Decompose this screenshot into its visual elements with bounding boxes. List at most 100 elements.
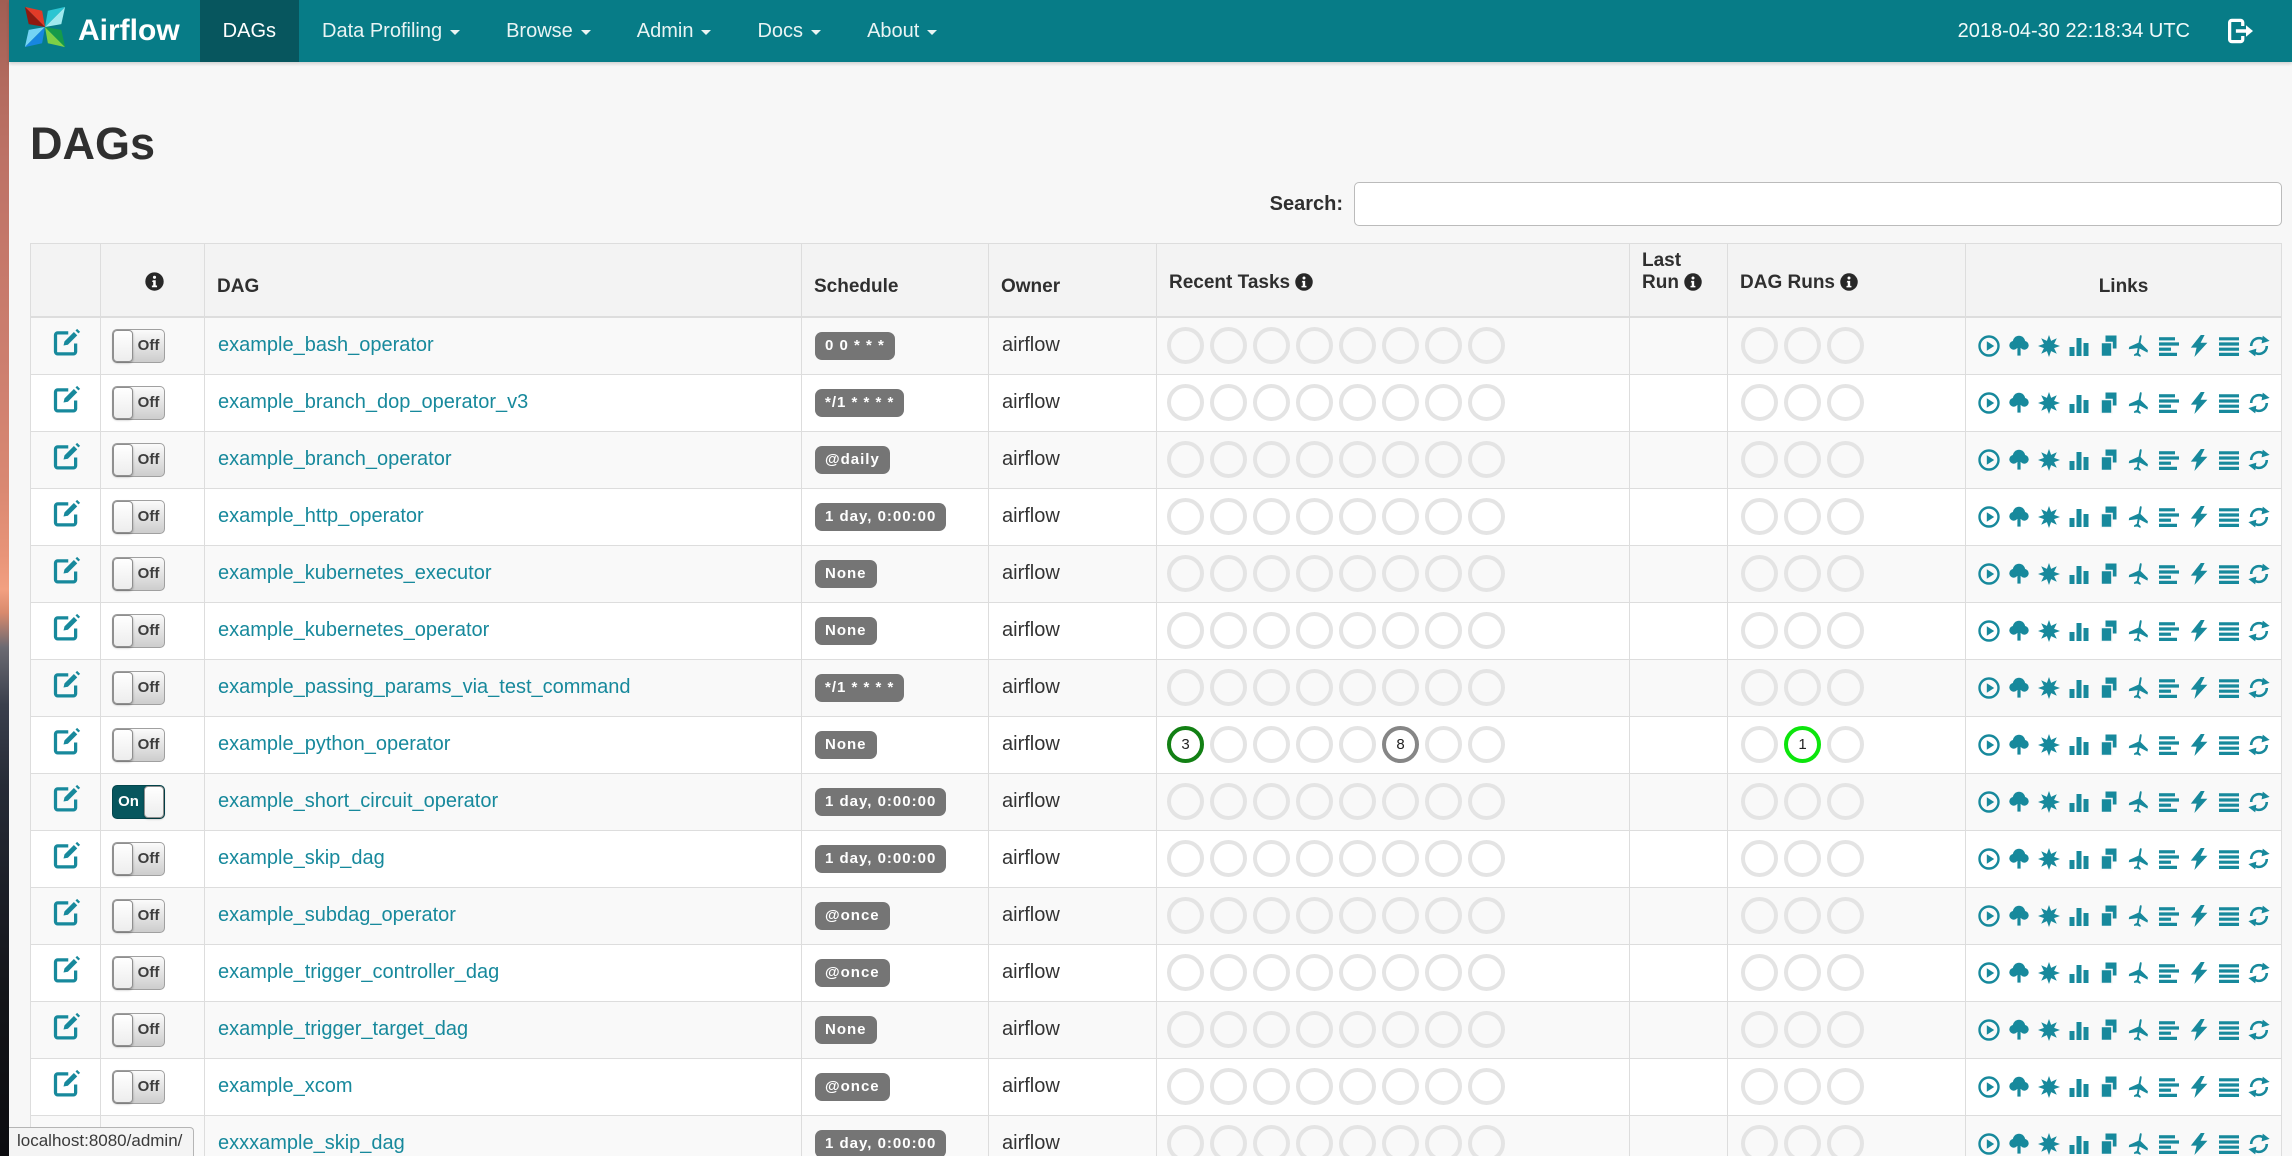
tree-icon[interactable] [2007,847,2031,871]
bar-chart-icon[interactable] [2067,1018,2091,1042]
edit-dag-icon[interactable] [51,841,81,871]
task-state-circle[interactable] [1468,783,1505,820]
edit-dag-icon[interactable] [51,385,81,415]
logout-icon[interactable] [2224,16,2254,46]
dag-run-circle[interactable] [1784,498,1821,535]
task-state-circle[interactable] [1253,612,1290,649]
task-state-circle[interactable] [1210,612,1247,649]
task-state-circle[interactable] [1468,954,1505,991]
play-circle-icon[interactable] [1977,790,2001,814]
task-state-circle[interactable] [1167,555,1204,592]
dag-run-circle[interactable] [1827,498,1864,535]
plane-icon[interactable] [2127,619,2151,643]
bar-chart-icon[interactable] [2067,1075,2091,1099]
play-circle-icon[interactable] [1977,391,2001,415]
dag-link[interactable]: example_short_circuit_operator [218,790,498,812]
task-state-circle[interactable] [1253,840,1290,877]
plane-icon[interactable] [2127,790,2151,814]
task-state-circle[interactable] [1425,327,1462,365]
task-state-circle[interactable] [1210,783,1247,820]
dag-link[interactable]: example_skip_dag [218,847,385,869]
tree-icon[interactable] [2007,391,2031,415]
dag-run-circle[interactable] [1827,441,1864,478]
dag-link[interactable]: example_passing_params_via_test_command [218,676,630,698]
search-input[interactable] [1354,182,2282,226]
bolt-icon[interactable] [2187,790,2211,814]
task-state-circle[interactable] [1167,840,1204,877]
task-state-circle[interactable] [1382,384,1419,421]
task-state-circle[interactable] [1425,726,1462,763]
task-state-circle[interactable] [1382,327,1419,365]
plane-icon[interactable] [2127,961,2151,985]
dag-pause-toggle[interactable]: Off [112,613,165,648]
dag-link[interactable]: example_kubernetes_executor [218,562,492,584]
bolt-icon[interactable] [2187,562,2211,586]
plane-icon[interactable] [2127,1132,2151,1156]
task-state-circle[interactable] [1167,612,1204,649]
tree-icon[interactable] [2007,619,2031,643]
dag-link[interactable]: example_kubernetes_operator [218,619,489,641]
align-justify-icon[interactable] [2217,334,2241,358]
edit-dag-icon[interactable] [51,328,81,358]
tree-icon[interactable] [2007,790,2031,814]
task-state-circle[interactable] [1210,327,1247,365]
plane-icon[interactable] [2127,1075,2151,1099]
dag-run-circle[interactable] [1827,840,1864,877]
task-state-circle[interactable] [1210,840,1247,877]
task-state-circle[interactable] [1253,498,1290,535]
play-circle-icon[interactable] [1977,562,2001,586]
task-state-circle[interactable] [1210,897,1247,934]
play-circle-icon[interactable] [1977,904,2001,928]
task-state-circle[interactable] [1339,726,1376,763]
task-state-circle[interactable] [1468,612,1505,649]
dag-run-circle[interactable] [1827,384,1864,421]
task-state-circle[interactable] [1210,555,1247,592]
task-state-circle[interactable] [1167,783,1204,820]
dag-run-circle[interactable] [1827,954,1864,991]
bolt-icon[interactable] [2187,391,2211,415]
bar-chart-icon[interactable] [2067,1132,2091,1156]
task-state-circle[interactable] [1468,840,1505,877]
align-justify-icon[interactable] [2217,619,2241,643]
task-state-circle[interactable] [1167,1011,1204,1048]
dag-pause-toggle[interactable]: Off [112,1069,165,1104]
task-state-circle[interactable] [1382,783,1419,820]
refresh-icon[interactable] [2247,790,2271,814]
dag-run-circle[interactable] [1784,1068,1821,1105]
duplicate-icon[interactable] [2097,676,2121,700]
tree-icon[interactable] [2007,676,2031,700]
dag-run-circle[interactable] [1827,897,1864,934]
align-left-icon[interactable] [2157,961,2181,985]
dag-run-circle[interactable] [1827,1125,1864,1156]
task-state-circle[interactable] [1382,1125,1419,1156]
duplicate-icon[interactable] [2097,790,2121,814]
task-state-circle[interactable] [1425,1068,1462,1105]
plane-icon[interactable] [2127,904,2151,928]
align-left-icon[interactable] [2157,1132,2181,1156]
task-state-circle[interactable] [1382,555,1419,592]
edit-dag-icon[interactable] [51,1012,81,1042]
dag-run-circle[interactable] [1741,783,1778,820]
sunburst-icon[interactable] [2037,847,2061,871]
bar-chart-icon[interactable] [2067,904,2091,928]
align-justify-icon[interactable] [2217,562,2241,586]
task-state-circle[interactable] [1468,897,1505,934]
bar-chart-icon[interactable] [2067,961,2091,985]
duplicate-icon[interactable] [2097,562,2121,586]
sunburst-icon[interactable] [2037,619,2061,643]
plane-icon[interactable] [2127,676,2151,700]
edit-dag-icon[interactable] [51,955,81,985]
dag-pause-toggle[interactable]: Off [112,670,165,705]
task-state-circle[interactable] [1253,726,1290,763]
edit-dag-icon[interactable] [51,727,81,757]
sunburst-icon[interactable] [2037,334,2061,358]
bar-chart-icon[interactable] [2067,619,2091,643]
dag-run-circle[interactable] [1827,783,1864,820]
edit-dag-icon[interactable] [51,442,81,472]
align-justify-icon[interactable] [2217,448,2241,472]
dag-run-circle[interactable] [1827,327,1864,365]
duplicate-icon[interactable] [2097,733,2121,757]
dag-run-circle[interactable] [1741,669,1778,706]
task-state-circle[interactable] [1425,669,1462,706]
bar-chart-icon[interactable] [2067,334,2091,358]
